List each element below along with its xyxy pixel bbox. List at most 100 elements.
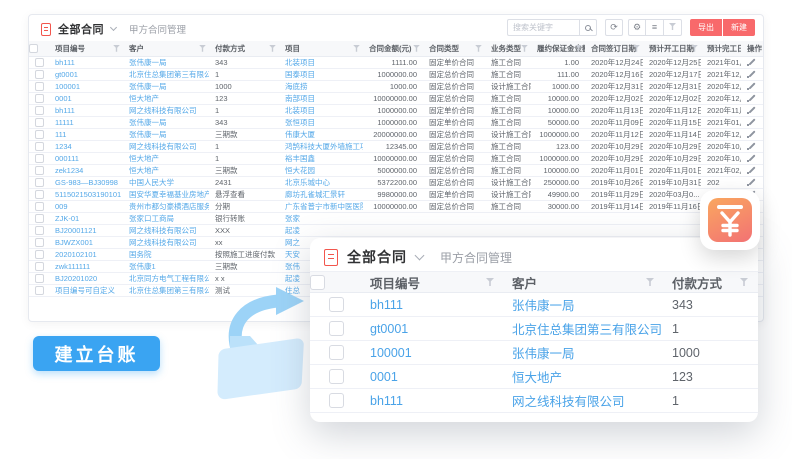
cell-customer[interactable]: 网之线科技有限公司 bbox=[123, 140, 209, 152]
edit-icon[interactable] bbox=[748, 117, 757, 126]
cell-project-id[interactable]: 000111 bbox=[49, 152, 123, 164]
cell-project-id[interactable]: 项目编号可自定义 bbox=[49, 284, 123, 296]
cell-project[interactable]: 北装项目 bbox=[279, 56, 363, 68]
cell-project-id[interactable]: gt0001 bbox=[362, 317, 504, 341]
cell-project[interactable]: 张恒项目 bbox=[279, 116, 363, 128]
cell-project[interactable]: 北京乐城中心 bbox=[279, 176, 363, 188]
cell-project-id[interactable]: 11111 bbox=[49, 116, 123, 128]
cell-project-id[interactable]: bh111 bbox=[49, 104, 123, 116]
row-checkbox[interactable] bbox=[35, 70, 44, 79]
filter-button[interactable] bbox=[664, 19, 682, 36]
edit-icon[interactable] bbox=[748, 69, 757, 78]
cell-project[interactable]: 广东省普宁市新中医医院... bbox=[279, 200, 363, 212]
cell-customer[interactable]: 张伟康一局 bbox=[123, 116, 209, 128]
cell-project-id[interactable]: bh111 bbox=[49, 56, 123, 68]
cell-project-id[interactable]: bh111 bbox=[362, 389, 504, 413]
row-checkbox[interactable] bbox=[35, 286, 44, 295]
cell-project[interactable]: 起凌 bbox=[279, 224, 363, 236]
row-checkbox[interactable] bbox=[35, 262, 44, 271]
cell-customer[interactable]: 张伟康1 bbox=[123, 260, 209, 272]
filter-icon[interactable] bbox=[740, 278, 748, 286]
edit-icon[interactable] bbox=[748, 129, 757, 138]
cell-project-id[interactable]: 5115021503190101 bbox=[49, 188, 123, 200]
settings-button[interactable]: ⚙ bbox=[628, 19, 646, 36]
cell-project-id[interactable]: ZJK-01 bbox=[49, 212, 123, 224]
cell-customer[interactable]: 北京住总集团第三有限公司 bbox=[123, 68, 209, 80]
row-checkbox[interactable] bbox=[35, 118, 44, 127]
filter-icon[interactable] bbox=[353, 45, 360, 52]
cell-customer[interactable]: 张家口工商局 bbox=[123, 212, 209, 224]
cell-project-id[interactable]: zwk111111 bbox=[49, 260, 123, 272]
cell-project-id[interactable]: GS-983—BJ30998 bbox=[49, 176, 123, 188]
cell-project-id[interactable]: BJ20201020 bbox=[49, 272, 123, 284]
cell-project-id[interactable]: 1234 bbox=[49, 140, 123, 152]
select-all-checkbox[interactable] bbox=[29, 44, 38, 53]
cell-project[interactable]: 裕丰国鑫 bbox=[279, 152, 363, 164]
search-input[interactable] bbox=[507, 19, 579, 36]
cell-customer[interactable]: 张伟康一局 bbox=[123, 128, 209, 140]
row-checkbox[interactable] bbox=[329, 369, 344, 384]
cell-customer[interactable]: 网之线科技有限公司 bbox=[123, 104, 209, 116]
row-checkbox[interactable] bbox=[329, 345, 344, 360]
row-checkbox[interactable] bbox=[35, 82, 44, 91]
cell-customer[interactable]: 北京住总集团第三有限公司 bbox=[504, 317, 664, 341]
cell-customer[interactable]: 中国人民大学 bbox=[123, 176, 209, 188]
cell-customer[interactable]: 国安华夏幸福基业房地产... bbox=[123, 188, 209, 200]
cell-project-id[interactable]: 111 bbox=[49, 128, 123, 140]
cell-project-id[interactable]: BJ20001121 bbox=[49, 224, 123, 236]
cell-project-id[interactable]: 100001 bbox=[362, 341, 504, 365]
cell-customer[interactable]: 网之线科技有限公司 bbox=[123, 224, 209, 236]
edit-icon[interactable] bbox=[748, 105, 757, 114]
row-checkbox[interactable] bbox=[35, 58, 44, 67]
cell-project-id[interactable]: BJWZX001 bbox=[49, 236, 123, 248]
row-checkbox[interactable] bbox=[35, 178, 44, 187]
row-checkbox[interactable] bbox=[35, 226, 44, 235]
cell-project[interactable]: 海底捞 bbox=[279, 80, 363, 92]
cell-customer[interactable]: 恒大地产 bbox=[123, 164, 209, 176]
edit-icon[interactable] bbox=[748, 141, 757, 150]
edit-icon[interactable] bbox=[748, 165, 757, 174]
export-button[interactable]: 导出 bbox=[690, 19, 722, 36]
cell-project[interactable]: 张家 bbox=[279, 212, 363, 224]
cell-customer[interactable]: 张伟康一局 bbox=[123, 80, 209, 92]
cell-project[interactable]: 国泰项目 bbox=[279, 68, 363, 80]
cell-project[interactable]: 廊坊孔雀城汇景轩 bbox=[279, 188, 363, 200]
cell-customer[interactable]: 恒大地产 bbox=[123, 152, 209, 164]
cell-project[interactable]: 南部项目 bbox=[279, 92, 363, 104]
cell-project-id[interactable]: zek1234 bbox=[49, 164, 123, 176]
cell-customer[interactable]: 张伟康一局 bbox=[123, 56, 209, 68]
search-button[interactable] bbox=[579, 19, 597, 36]
columns-button[interactable]: ≡ bbox=[646, 19, 664, 36]
row-checkbox[interactable] bbox=[35, 202, 44, 211]
cell-project[interactable]: 伟康大厦 bbox=[279, 128, 363, 140]
filter-icon[interactable] bbox=[486, 278, 494, 286]
cell-project-id[interactable]: 100001 bbox=[49, 80, 123, 92]
cell-customer[interactable]: 恒大地产 bbox=[123, 92, 209, 104]
row-checkbox[interactable] bbox=[35, 274, 44, 283]
row-checkbox[interactable] bbox=[35, 214, 44, 223]
filter-icon[interactable] bbox=[521, 45, 528, 52]
select-all-checkbox[interactable] bbox=[310, 275, 325, 290]
cell-project-id[interactable]: 2020102101 bbox=[49, 248, 123, 260]
filter-icon[interactable] bbox=[113, 45, 120, 52]
row-checkbox[interactable] bbox=[35, 238, 44, 247]
edit-icon[interactable] bbox=[748, 81, 757, 90]
edit-icon[interactable] bbox=[748, 153, 757, 162]
cell-project-id[interactable]: bh111 bbox=[362, 293, 504, 317]
cell-customer[interactable]: 贵州市都匀豪横酒店服务有... bbox=[123, 200, 209, 212]
row-checkbox[interactable] bbox=[329, 297, 344, 312]
cell-customer[interactable]: 网之线科技有限公司 bbox=[123, 236, 209, 248]
cell-customer[interactable]: 北京住总集团第三有限公司 bbox=[123, 284, 209, 296]
row-checkbox[interactable] bbox=[35, 94, 44, 103]
row-checkbox[interactable] bbox=[35, 106, 44, 115]
cell-project[interactable]: 恒大花园 bbox=[279, 164, 363, 176]
cell-project-id[interactable]: 0001 bbox=[362, 365, 504, 389]
filter-icon[interactable] bbox=[199, 45, 206, 52]
filter-icon[interactable] bbox=[413, 45, 420, 52]
cell-customer[interactable]: 国务院 bbox=[123, 248, 209, 260]
row-checkbox[interactable] bbox=[35, 142, 44, 151]
cell-customer[interactable]: 网之线科技有限公司 bbox=[504, 389, 664, 413]
edit-icon[interactable] bbox=[748, 57, 757, 66]
cell-project[interactable]: 鸿鹄科技大厦外墙施工项目 bbox=[279, 140, 363, 152]
row-checkbox[interactable] bbox=[35, 190, 44, 199]
